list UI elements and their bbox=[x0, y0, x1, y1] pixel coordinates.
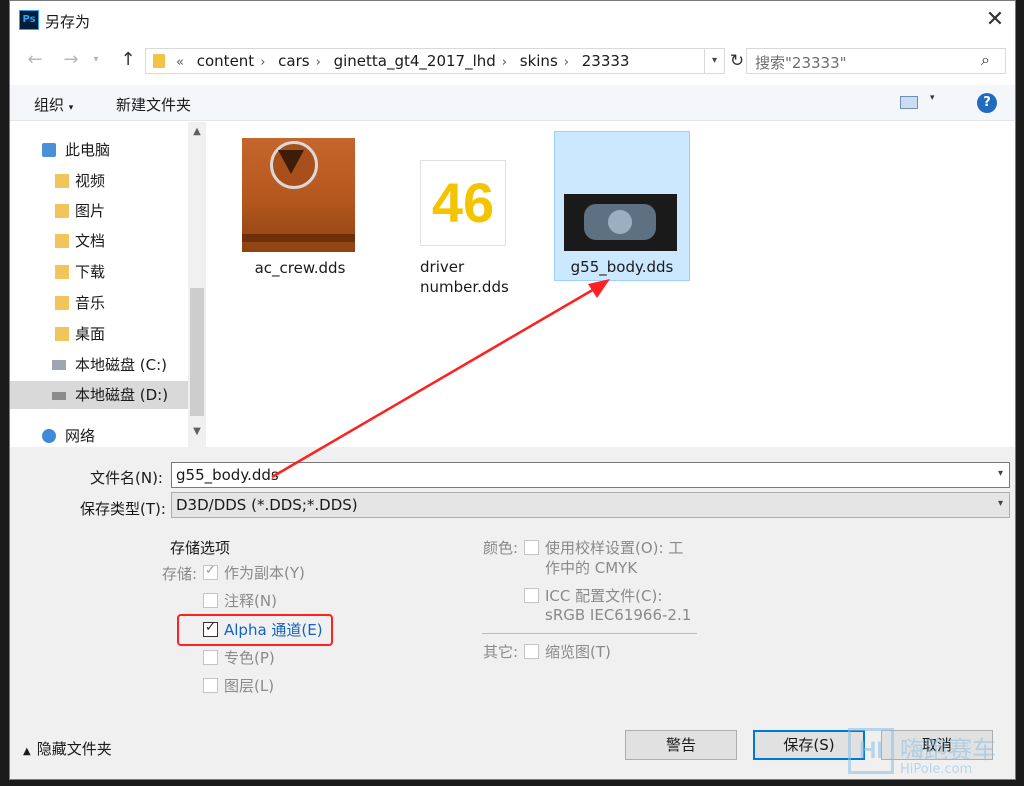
alpha-highlight-box bbox=[177, 614, 333, 646]
watermark-url: HiPole.com bbox=[900, 762, 973, 777]
watermark-text: 嗨跑赛车 bbox=[900, 736, 996, 764]
annotation-arrow bbox=[271, 279, 610, 479]
watermark: HI 嗨跑赛车 HiPole.com bbox=[848, 728, 1024, 786]
watermark-logo: HI bbox=[848, 728, 894, 774]
